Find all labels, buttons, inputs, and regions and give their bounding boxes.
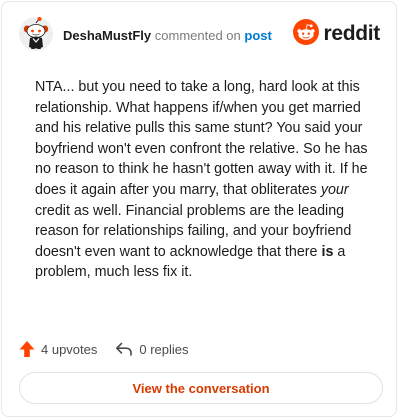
comment-text-part-1: NTA... but you need to take a long, hard… <box>35 79 368 198</box>
comment-text-part-2: credit as well. Financial problems are t… <box>35 202 352 260</box>
comment-actions: 4 upvotes 0 replies <box>19 339 189 359</box>
comment-meta: DeshaMustFly commented on post <box>63 28 272 44</box>
comment-body: NTA... but you need to take a long, hard… <box>35 77 370 283</box>
username[interactable]: DeshaMustFly <box>63 28 151 43</box>
replies-button[interactable]: 0 replies <box>115 341 189 357</box>
post-link[interactable]: post <box>244 28 271 43</box>
reply-arrow-icon <box>115 341 133 357</box>
comment-italic-word: your <box>320 181 349 198</box>
upvote-button[interactable]: 4 upvotes <box>19 340 97 358</box>
reddit-wordmark: reddit <box>323 22 380 45</box>
commented-on-text: commented on <box>154 28 241 43</box>
snoo-avatar-icon[interactable] <box>19 16 53 52</box>
comment-bold-word: is <box>321 243 334 260</box>
replies-count: 0 replies <box>139 341 189 357</box>
view-conversation-button[interactable]: View the conversation <box>19 372 383 404</box>
reddit-logo-icon <box>293 18 320 50</box>
comment-header: DeshaMustFly commented on post reddit <box>19 16 380 54</box>
upvotes-count: 4 upvotes <box>41 341 98 357</box>
upvote-arrow-icon <box>19 340 35 358</box>
comment-text: NTA... but you need to take a long, hard… <box>35 77 370 283</box>
comment-embed-card: DeshaMustFly commented on post reddit NT… <box>1 1 397 417</box>
reddit-brand[interactable]: reddit <box>293 18 380 50</box>
